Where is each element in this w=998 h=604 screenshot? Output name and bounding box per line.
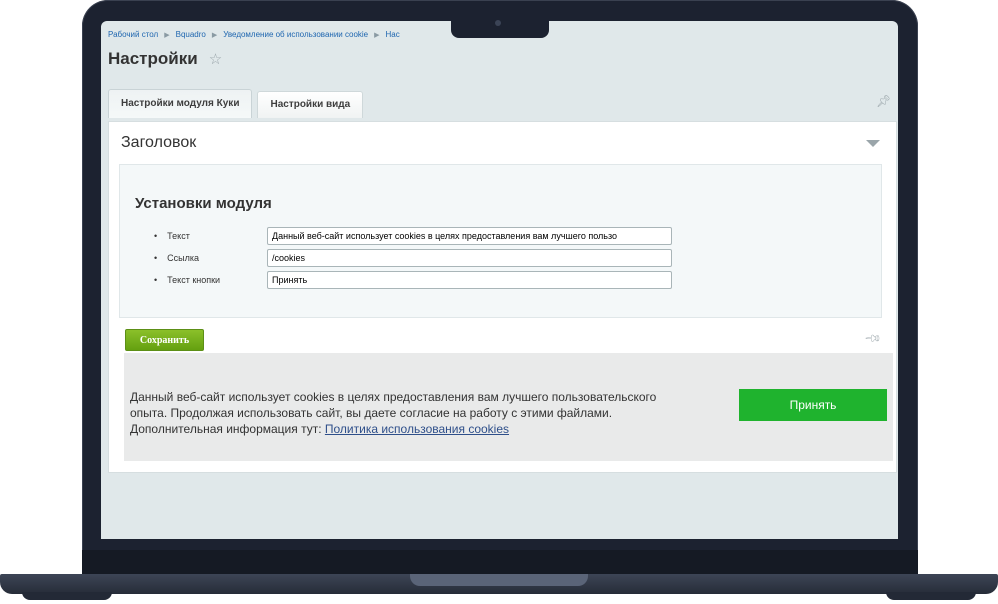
section-title: Заголовок	[121, 134, 197, 151]
field-row-text: Текст	[154, 227, 672, 245]
field-label-text: Текст	[154, 231, 267, 241]
chevron-right-icon: ▶	[374, 32, 380, 39]
tab-view-settings[interactable]: Настройки вида	[257, 91, 364, 118]
cookie-text-line-1: Данный веб-сайт использует cookies в цел…	[130, 390, 657, 404]
laptop-foot-left	[22, 592, 112, 600]
cookie-policy-link[interactable]: Политика использования cookies	[325, 422, 509, 436]
module-title: Установки модуля	[135, 195, 272, 212]
breadcrumb-item-settings[interactable]: Нас	[386, 30, 400, 39]
laptop-hinge	[82, 550, 918, 576]
pin-icon[interactable]: 📌︎	[863, 329, 882, 348]
tab-cookie-module-settings[interactable]: Настройки модуля Куки	[108, 89, 253, 118]
camera-icon	[495, 20, 501, 26]
text-input[interactable]	[267, 227, 672, 245]
chevron-down-icon[interactable]	[866, 140, 880, 147]
breadcrumb-item-cookie-notice[interactable]: Уведомление об использовании cookie	[223, 30, 368, 39]
field-label-button-text: Текст кнопки	[154, 275, 267, 285]
cookie-text-line-3: Дополнительная информация тут:	[130, 422, 325, 436]
cookie-text-line-2: опыта. Продолжая использовать сайт, вы д…	[130, 406, 613, 420]
laptop-base-notch	[410, 574, 588, 586]
module-settings-box: Установки модуля Текст Ссылка Текст кноп…	[119, 164, 882, 318]
star-icon[interactable]: ☆	[209, 50, 222, 68]
laptop-foot-right	[886, 592, 976, 600]
chevron-right-icon: ▶	[211, 32, 218, 39]
pin-icon[interactable]: 📌︎	[876, 94, 891, 108]
title-row: Настройки ☆	[108, 49, 222, 69]
field-row-button-text: Текст кнопки	[154, 271, 672, 289]
accept-button[interactable]: Принять	[739, 389, 887, 421]
save-button[interactable]: Сохранить	[125, 329, 204, 351]
field-row-link: Ссылка	[154, 249, 672, 267]
cookie-banner-text: Данный веб-сайт использует cookies в цел…	[130, 389, 730, 437]
tab-bar: Настройки модуля Куки Настройки вида	[108, 89, 368, 118]
screen: Рабочий стол ▶ Bquadro ▶ Уведомление об испо…	[101, 21, 898, 539]
chevron-right-icon: ▶	[164, 32, 170, 39]
page-title: Настройки	[108, 49, 198, 68]
breadcrumb: Рабочий стол ▶ Bquadro ▶ Уведомление об испо…	[108, 30, 400, 39]
field-label-link: Ссылка	[154, 253, 267, 263]
breadcrumb-item-bquadro[interactable]: Bquadro	[176, 30, 206, 39]
button-text-input[interactable]	[267, 271, 672, 289]
cookie-banner-preview: Данный веб-сайт использует cookies в цел…	[124, 353, 893, 461]
settings-panel: Заголовок Установки модуля Текст Ссылка …	[108, 121, 897, 473]
breadcrumb-item-desktop[interactable]: Рабочий стол	[108, 30, 158, 39]
link-input[interactable]	[267, 249, 672, 267]
